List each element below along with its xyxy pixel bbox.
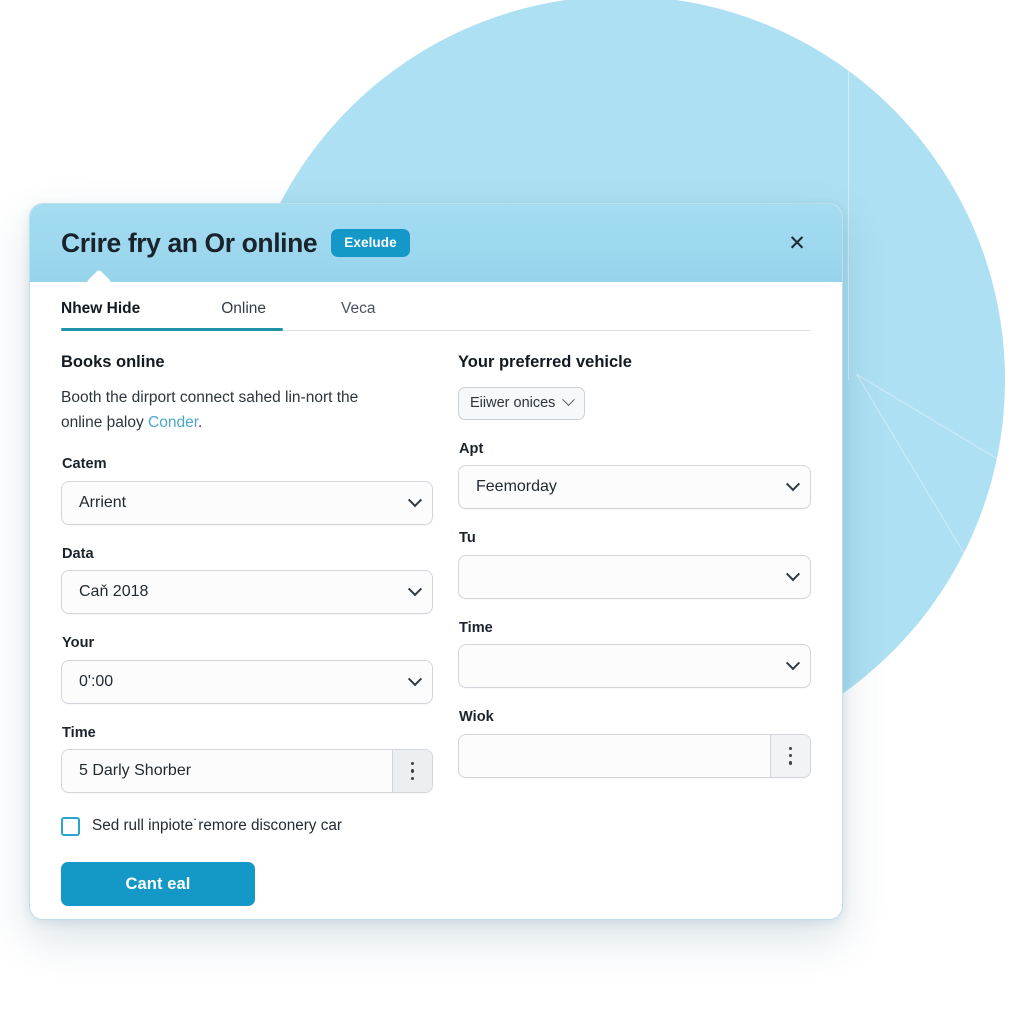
select-tu[interactable] <box>458 554 811 599</box>
paragraph-suffix: . <box>198 413 203 431</box>
discovery-checkbox-row: Sed rull inpiote˙remore disconery car <box>61 817 433 837</box>
tab-online[interactable]: Online <box>221 300 266 331</box>
select-your-value: 0':00 <box>79 672 114 690</box>
left-section-title: Books online <box>61 353 165 371</box>
select-your[interactable]: 0':00 <box>61 659 433 704</box>
input-time-left[interactable]: 5 Darly Shorber <box>61 749 433 794</box>
right-column: Your preferred vehicle Eiiwer onices Apt… <box>458 353 811 906</box>
select-apt[interactable]: Feemorday <box>458 465 811 510</box>
select-catem[interactable]: Arrient <box>61 480 433 525</box>
select-catem-value: Arrient <box>79 493 127 511</box>
select-data-value: Caň 2018 <box>79 583 149 601</box>
field-apt: Apt Feemorday <box>458 441 811 510</box>
chevron-down-icon <box>776 477 810 492</box>
modal-header: Crire fry an Or online Exelude ✕ <box>30 204 842 295</box>
field-label-apt: Apt <box>459 440 484 457</box>
modal-title: Crire fry an Or online <box>61 227 318 258</box>
select-time-right[interactable] <box>458 644 811 689</box>
discovery-checkbox[interactable] <box>61 817 80 837</box>
booking-modal: Crire fry an Or online Exelude ✕ Nhew Hi… <box>29 203 843 920</box>
circle-spoke-vertical <box>848 0 849 380</box>
field-data: Data Caň 2018 <box>61 546 433 615</box>
conder-link[interactable]: Conder <box>148 414 198 431</box>
more-options-icon[interactable] <box>770 734 810 777</box>
vehicle-mini-select-value: Eiiwer onices <box>470 394 556 411</box>
field-tu: Tu <box>458 530 811 599</box>
chevron-down-icon <box>562 393 576 407</box>
field-label-catem: Catem <box>62 456 107 473</box>
chevron-down-icon <box>776 656 810 671</box>
select-apt-value: Feemorday <box>476 478 557 496</box>
left-column: Books online Booth the dirport connect s… <box>61 353 433 907</box>
chevron-down-icon <box>398 582 432 597</box>
circle-spoke-diagonal-1 <box>856 374 1024 576</box>
select-data[interactable]: Caň 2018 <box>61 570 433 615</box>
tab-active-indicator <box>61 328 283 331</box>
input-wiok[interactable] <box>458 733 811 778</box>
more-options-icon[interactable] <box>392 750 432 793</box>
right-intro-block: Your preferred vehicle Eiiwer onices <box>458 353 811 420</box>
primary-submit-button[interactable]: Cant eal <box>61 862 255 907</box>
left-intro-block: Books online Booth the dirport connect s… <box>61 353 433 435</box>
close-icon[interactable]: ✕ <box>780 226 814 260</box>
tab-bar: Nhew Hide Online Veca <box>30 282 842 331</box>
field-catem: Catem Arrient <box>61 456 433 525</box>
discovery-checkbox-label[interactable]: Sed rull inpiote˙remore disconery car <box>92 817 342 835</box>
field-time-right: Time <box>458 620 811 689</box>
input-time-left-value: 5 Darly Shorber <box>79 762 192 780</box>
chevron-down-icon <box>398 671 432 687</box>
vehicle-mini-select[interactable]: Eiiwer onices <box>458 386 586 420</box>
field-time-left: Time 5 Darly Shorber <box>61 725 433 794</box>
screen-root: Crire fry an Or online Exelude ✕ Nhew Hi… <box>0 0 1024 1024</box>
tab-veca[interactable]: Veca <box>341 300 375 331</box>
field-your: Your 0':00 <box>61 635 433 704</box>
left-section-paragraph: Booth the dirport connect sahed lin-nort… <box>61 385 391 435</box>
tab-nhew-hide[interactable]: Nhew Hide <box>61 300 140 331</box>
field-wiok: Wiok <box>458 709 811 778</box>
field-label-time-left: Time <box>62 724 96 741</box>
chevron-down-icon <box>776 566 810 582</box>
field-label-wiok: Wiok <box>459 709 494 726</box>
field-label-data: Data <box>62 545 94 562</box>
right-section-title: Your preferred vehicle <box>458 353 632 371</box>
field-label-time-right: Time <box>459 619 493 636</box>
exclude-badge-button[interactable]: Exelude <box>331 228 410 258</box>
modal-body: Books online Booth the dirport connect s… <box>30 331 842 919</box>
field-label-your: Your <box>62 635 95 652</box>
chevron-down-icon <box>398 492 432 508</box>
field-label-tu: Tu <box>459 530 476 547</box>
paragraph-line-1: Booth the dirport connect sahed lin-nort <box>61 388 333 406</box>
